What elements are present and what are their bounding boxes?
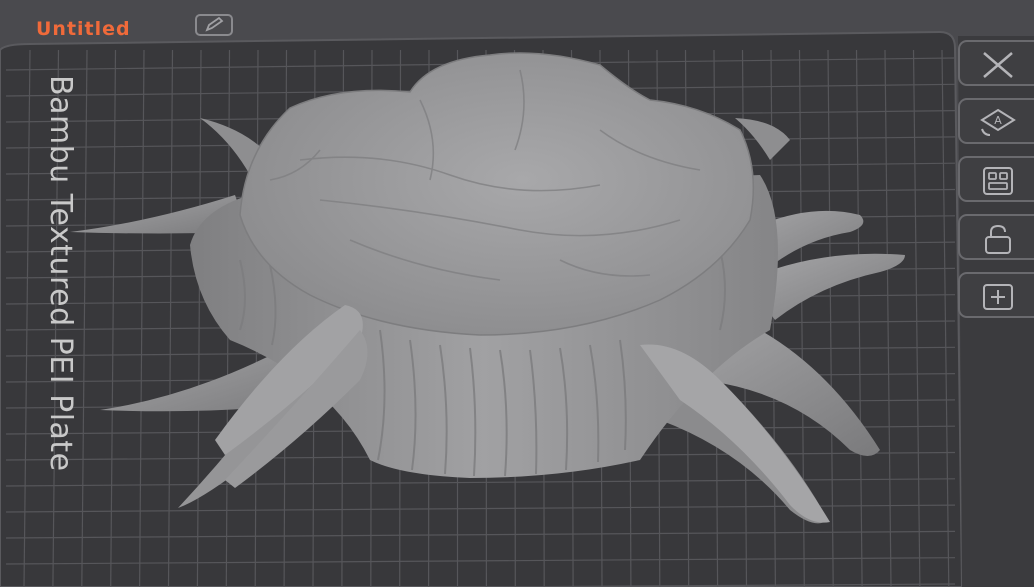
close-icon bbox=[983, 52, 1013, 78]
edit-icon bbox=[195, 14, 233, 36]
auto-orient-button[interactable]: A bbox=[958, 98, 1034, 144]
auto-orient-icon: A bbox=[980, 108, 1016, 136]
plate-settings-icon bbox=[983, 284, 1013, 310]
lock-icon bbox=[985, 224, 1011, 254]
arrange-button[interactable] bbox=[958, 156, 1034, 202]
plate-type-label: Bambu Textured PEI Plate bbox=[43, 75, 78, 472]
plate-name: Untitled bbox=[36, 18, 131, 40]
lock-plate-button[interactable] bbox=[958, 214, 1034, 260]
delete-plate-button[interactable] bbox=[958, 40, 1034, 86]
plate-settings-button[interactable] bbox=[958, 272, 1034, 318]
edit-plate-name-button[interactable] bbox=[195, 14, 233, 36]
arrange-icon bbox=[983, 167, 1013, 195]
viewport-3d[interactable] bbox=[0, 0, 1034, 587]
svg-text:A: A bbox=[994, 114, 1002, 127]
